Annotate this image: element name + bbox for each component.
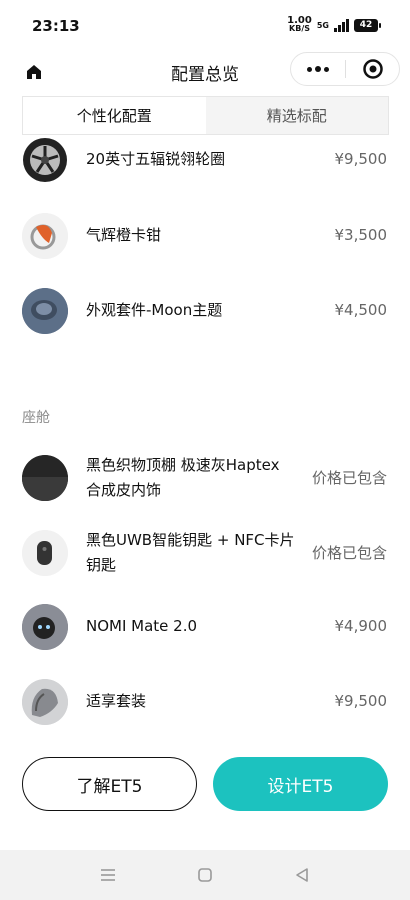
key-icon — [22, 530, 68, 576]
learn-et5-button[interactable]: 了解ET5 — [22, 757, 197, 811]
item-name: 黑色UWB智能钥匙 + NFC卡片 钥匙 — [86, 531, 295, 574]
item-name: NOMI Mate 2.0 — [86, 617, 198, 635]
close-miniapp-icon[interactable] — [346, 53, 399, 85]
list-item: 黑色织物顶棚 极速灰Haptex 合成皮内饰 价格已包含 — [0, 451, 410, 505]
item-price: ¥9,500 — [334, 692, 388, 710]
list-item: 气辉橙卡钳 ¥3,500 — [0, 213, 410, 259]
item-price: 价格已包含 — [311, 544, 387, 562]
tab-personalized[interactable]: 个性化配置 — [23, 97, 206, 134]
battery-icon: 42 — [354, 18, 381, 32]
item-price: 价格已包含 — [311, 469, 387, 487]
more-icon[interactable] — [291, 53, 345, 85]
item-price: ¥4,900 — [334, 617, 388, 635]
home-square-icon[interactable] — [185, 855, 225, 895]
list-item: 黑色UWB智能钥匙 + NFC卡片 钥匙 价格已包含 — [0, 526, 410, 580]
wheel-icon — [22, 137, 68, 183]
item-name: 黑色织物顶棚 极速灰Haptex 合成皮内饰 — [86, 456, 280, 499]
network-type: 5G — [316, 20, 329, 30]
headliner-icon — [22, 455, 68, 501]
network-speed: 1.00 KB/S — [287, 15, 312, 33]
caliper-icon — [22, 213, 68, 259]
list-item: 外观套件-Moon主题 ¥4,500 — [0, 288, 410, 334]
item-name: 气辉橙卡钳 — [86, 226, 162, 244]
config-list: 20英寸五辐锐翎轮圈 ¥9,500 气辉橙卡钳 ¥3,500 外观套件-Moon… — [0, 135, 410, 745]
item-price: ¥4,500 — [334, 301, 388, 319]
item-name: 20英寸五辐锐翎轮圈 — [86, 150, 226, 168]
section-title-cabin: 座舱 — [22, 410, 50, 426]
seat-icon — [22, 679, 68, 725]
status-bar: 23:13 1.00 KB/S 5G 42 — [0, 0, 410, 52]
item-name: 适享套装 — [86, 692, 147, 710]
item-name: 外观套件-Moon主题 — [86, 301, 223, 319]
nomi-icon — [22, 604, 68, 650]
status-time: 23:13 — [32, 17, 80, 35]
status-indicators: 1.00 KB/S 5G 42 — [287, 15, 381, 33]
nav-bar: 配置总览 — [0, 52, 410, 92]
list-item: 20英寸五辐锐翎轮圈 ¥9,500 — [0, 135, 410, 185]
tab-standard[interactable]: 精选标配 — [205, 97, 388, 134]
item-price: ¥3,500 — [334, 226, 388, 244]
moon-kit-icon — [22, 288, 68, 334]
back-icon[interactable] — [282, 855, 322, 895]
item-price: ¥9,500 — [334, 150, 388, 168]
list-item: 适享套装 ¥9,500 — [0, 679, 410, 725]
miniapp-capsule — [290, 52, 400, 86]
design-et5-button[interactable]: 设计ET5 — [213, 757, 388, 811]
signal-icon — [334, 18, 349, 32]
system-nav-bar — [0, 850, 410, 900]
list-item: NOMI Mate 2.0 ¥4,900 — [0, 604, 410, 650]
config-tabs: 个性化配置 精选标配 — [22, 96, 389, 135]
menu-icon[interactable] — [88, 855, 128, 895]
